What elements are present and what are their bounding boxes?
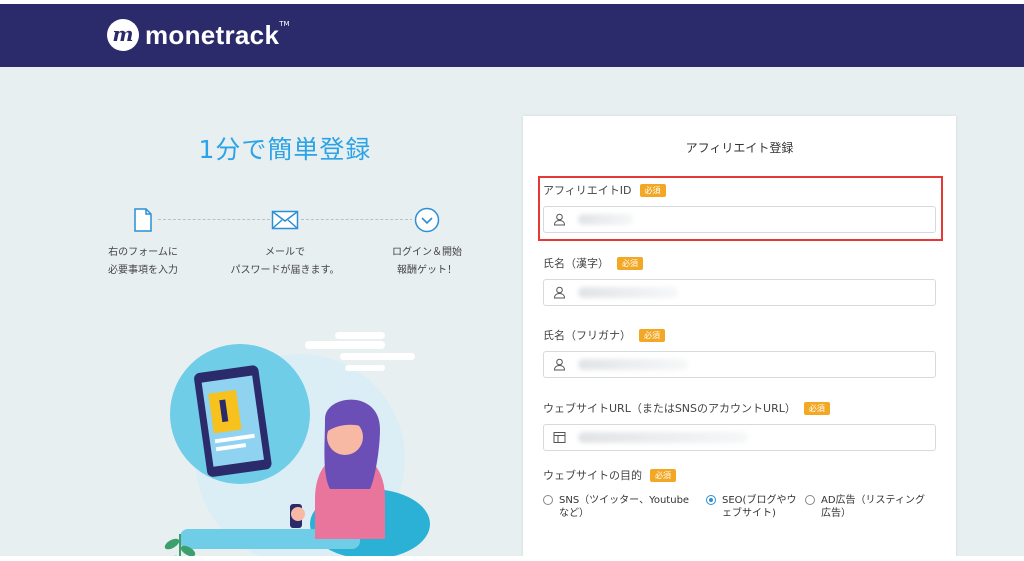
document-icon	[128, 205, 158, 235]
step-1-text: 右のフォームに 必要事項を入力	[108, 247, 178, 276]
field-label: 氏名（漢字）	[543, 257, 609, 270]
hero-illustration	[158, 332, 430, 561]
mail-icon	[270, 205, 300, 235]
field-name-kanji: 氏名（漢字） 必須	[543, 255, 936, 306]
user-icon	[553, 286, 566, 299]
blurred-value	[578, 432, 748, 443]
field-label: ウェブサイトの目的	[543, 469, 642, 482]
required-badge: 必須	[803, 401, 830, 415]
field-label: 氏名（フリガナ）	[543, 329, 631, 342]
field-label: ウェブサイトURL（またはSNSのアカウントURL）	[543, 402, 796, 415]
radio-sns[interactable]: SNS（ツイッター、Youtube など）	[543, 494, 706, 520]
field-name-kana: 氏名（フリガナ） 必須	[543, 327, 936, 378]
form-title: アフィリエイト登録	[685, 141, 794, 155]
name-kanji-input[interactable]	[543, 279, 936, 306]
radio-button[interactable]	[805, 495, 815, 505]
brand-logo[interactable]: m monetrack TM	[107, 18, 290, 52]
layout-icon	[553, 432, 566, 443]
required-badge: 必須	[650, 468, 676, 482]
chevron-circle-icon	[412, 205, 442, 235]
blurred-value	[578, 287, 678, 298]
step-2: メールで パスワードが届きます。	[205, 205, 365, 280]
brand-name: monetrack	[145, 19, 280, 50]
step-3: ログイン＆開始 報酬ゲット！	[347, 205, 507, 280]
blurred-value	[578, 359, 688, 370]
site-header: m monetrack TM	[0, 4, 1024, 67]
logo-mark: m	[107, 19, 139, 51]
required-badge: 必須	[639, 328, 665, 342]
radio-label: AD広告（リスティング 広告）	[821, 495, 925, 519]
hero-section: 1分で簡単登録 右のフォームに 必要事項を入力 メールで パスワードが届きます。…	[0, 67, 520, 561]
radio-button[interactable]	[706, 495, 716, 505]
purpose-radio-group: SNS（ツイッター、Youtube など） SEO(ブログやウ ェブサイト) A…	[543, 494, 953, 520]
website-url-input[interactable]	[543, 424, 936, 451]
radio-label: SNS（ツイッター、Youtube など）	[559, 495, 690, 519]
field-purpose: ウェブサイトの目的 必須	[543, 467, 936, 483]
field-website-url: ウェブサイトURL（またはSNSのアカウントURL） 必須	[543, 400, 936, 451]
step-3-text: ログイン＆開始 報酬ゲット！	[392, 247, 462, 276]
step-1: 右のフォームに 必要事項を入力	[63, 205, 223, 280]
required-badge: 必須	[617, 256, 643, 270]
trademark: TM	[279, 20, 290, 28]
radio-seo[interactable]: SEO(ブログやウ ェブサイト)	[706, 494, 805, 520]
user-icon	[553, 358, 566, 371]
highlight-box	[538, 176, 943, 241]
name-kana-input[interactable]	[543, 351, 936, 378]
hero-headline: 1分で簡単登録	[198, 135, 372, 164]
radio-ad[interactable]: AD広告（リスティング 広告）	[805, 494, 945, 520]
bottom-strip	[0, 556, 1024, 561]
radio-button[interactable]	[543, 495, 553, 505]
radio-label: SEO(ブログやウ ェブサイト)	[722, 495, 797, 519]
step-2-text: メールで パスワードが届きます。	[230, 247, 340, 276]
